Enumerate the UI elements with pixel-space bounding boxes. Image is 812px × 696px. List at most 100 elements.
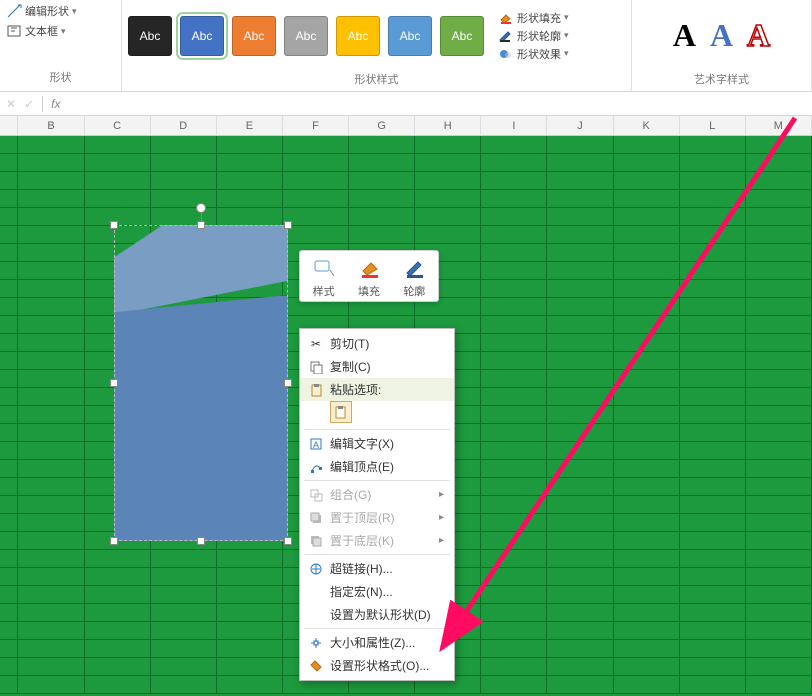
cell[interactable] — [680, 478, 746, 496]
cell[interactable] — [547, 244, 613, 262]
cell[interactable] — [85, 568, 151, 586]
selected-shape[interactable] — [114, 225, 288, 541]
cell[interactable] — [18, 604, 84, 622]
textbox-button[interactable]: 文本框 ▾ — [4, 22, 117, 40]
cell[interactable] — [85, 172, 151, 190]
ctx-edit-points[interactable]: 编辑顶点(E) — [300, 455, 454, 478]
cell[interactable] — [680, 676, 746, 694]
cell[interactable] — [151, 676, 217, 694]
cell[interactable] — [746, 550, 812, 568]
cell[interactable] — [217, 622, 283, 640]
cell[interactable] — [415, 154, 481, 172]
cell[interactable] — [0, 514, 18, 532]
style-swatch-orange[interactable]: Abc — [232, 16, 276, 56]
cell[interactable] — [614, 172, 680, 190]
cell[interactable] — [680, 352, 746, 370]
cell[interactable] — [680, 622, 746, 640]
cell[interactable] — [746, 496, 812, 514]
cell[interactable] — [18, 640, 84, 658]
cell[interactable] — [481, 244, 547, 262]
cell[interactable] — [18, 388, 84, 406]
cell[interactable] — [18, 514, 84, 532]
cell[interactable] — [746, 226, 812, 244]
resize-handle-bm[interactable] — [197, 537, 205, 545]
cell[interactable] — [217, 676, 283, 694]
cell[interactable] — [217, 154, 283, 172]
cell[interactable] — [680, 442, 746, 460]
style-swatch-green[interactable]: Abc — [440, 16, 484, 56]
cell[interactable] — [481, 568, 547, 586]
cell[interactable] — [680, 460, 746, 478]
cell[interactable] — [680, 244, 746, 262]
cell[interactable] — [547, 316, 613, 334]
cell[interactable] — [746, 640, 812, 658]
cell[interactable] — [217, 604, 283, 622]
cell[interactable] — [614, 406, 680, 424]
cell[interactable] — [0, 586, 18, 604]
cell[interactable] — [614, 370, 680, 388]
cell[interactable] — [0, 568, 18, 586]
wordart-style-blue[interactable]: A — [710, 17, 733, 54]
ctx-assign-macro[interactable]: 指定宏(N)... — [300, 580, 454, 603]
cell[interactable] — [283, 136, 349, 154]
cell[interactable] — [481, 658, 547, 676]
cell[interactable] — [614, 442, 680, 460]
resize-handle-mr[interactable] — [284, 379, 292, 387]
ctx-set-default[interactable]: 设置为默认形状(D) — [300, 603, 454, 626]
cell[interactable] — [746, 262, 812, 280]
cell[interactable] — [481, 190, 547, 208]
cell[interactable] — [151, 640, 217, 658]
cell[interactable] — [481, 496, 547, 514]
cell[interactable] — [415, 208, 481, 226]
cell[interactable] — [349, 190, 415, 208]
cell[interactable] — [746, 604, 812, 622]
cell[interactable] — [85, 604, 151, 622]
col-head[interactable]: H — [415, 116, 481, 135]
style-swatch-gray[interactable]: Abc — [284, 16, 328, 56]
cell[interactable] — [547, 568, 613, 586]
cell[interactable] — [481, 298, 547, 316]
cell[interactable] — [0, 658, 18, 676]
cell[interactable] — [18, 586, 84, 604]
cell[interactable] — [547, 622, 613, 640]
cell[interactable] — [481, 532, 547, 550]
cell[interactable] — [85, 658, 151, 676]
cell[interactable] — [217, 658, 283, 676]
shape-outline-button[interactable]: 形状轮廓 ▾ — [498, 28, 569, 44]
cell[interactable] — [0, 388, 18, 406]
cell[interactable] — [0, 280, 18, 298]
cell[interactable] — [680, 550, 746, 568]
cell[interactable] — [481, 154, 547, 172]
cell[interactable] — [746, 172, 812, 190]
cell[interactable] — [0, 352, 18, 370]
cell[interactable] — [283, 190, 349, 208]
resize-handle-tr[interactable] — [284, 221, 292, 229]
cell[interactable] — [18, 658, 84, 676]
cell[interactable] — [0, 550, 18, 568]
cell[interactable] — [0, 262, 18, 280]
cell[interactable] — [680, 568, 746, 586]
cell[interactable] — [85, 550, 151, 568]
cell[interactable] — [680, 514, 746, 532]
resize-handle-ml[interactable] — [110, 379, 118, 387]
ctx-size-properties[interactable]: 大小和属性(Z)... — [300, 631, 454, 654]
cell[interactable] — [18, 442, 84, 460]
mini-outline-button[interactable]: 轮廓 — [399, 255, 429, 299]
cell[interactable] — [680, 136, 746, 154]
cell[interactable] — [680, 226, 746, 244]
col-head[interactable] — [0, 116, 18, 135]
cell[interactable] — [746, 190, 812, 208]
cell[interactable] — [746, 622, 812, 640]
cell[interactable] — [614, 550, 680, 568]
cell[interactable] — [18, 208, 84, 226]
cell[interactable] — [547, 424, 613, 442]
cell[interactable] — [481, 460, 547, 478]
edit-shape-button[interactable]: 编辑形状 ▾ — [4, 2, 117, 20]
cell[interactable] — [746, 658, 812, 676]
cell[interactable] — [680, 496, 746, 514]
cell[interactable] — [547, 478, 613, 496]
ctx-edit-text[interactable]: A 编辑文字(X) — [300, 432, 454, 455]
cell[interactable] — [0, 136, 18, 154]
cell[interactable] — [746, 532, 812, 550]
cell[interactable] — [415, 172, 481, 190]
